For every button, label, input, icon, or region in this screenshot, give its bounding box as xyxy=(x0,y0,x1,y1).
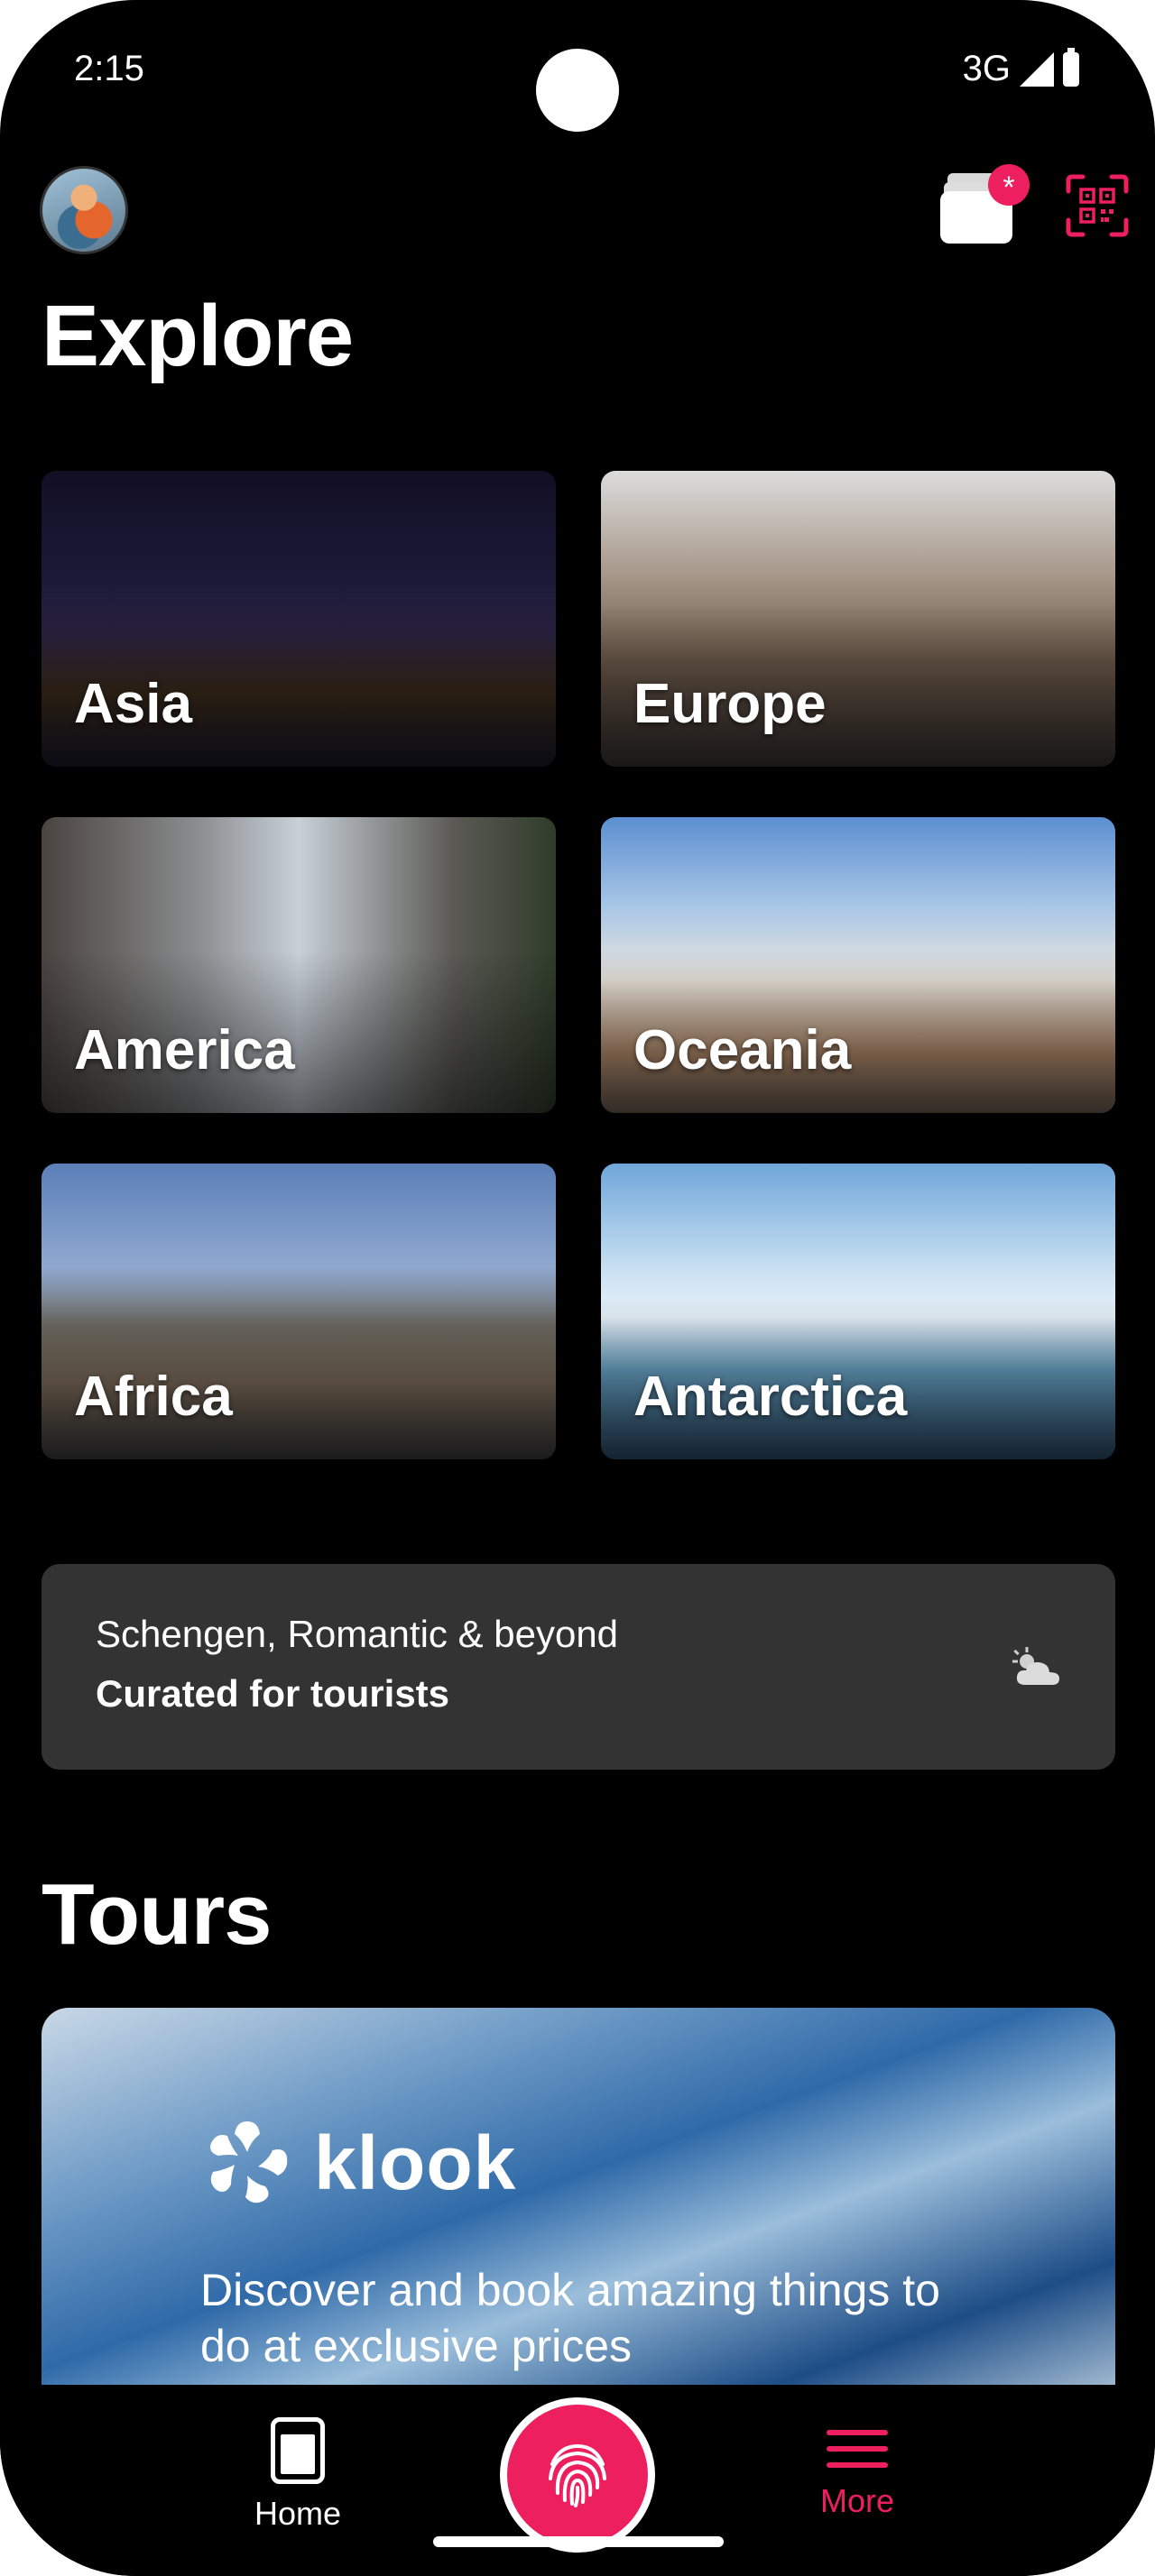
region-card-antarctica[interactable]: Antarctica xyxy=(601,1164,1115,1459)
promo-card[interactable]: Schengen, Romantic & beyond Curated for … xyxy=(42,1564,1115,1770)
qr-scan-icon[interactable] xyxy=(1065,173,1130,238)
region-card-europe[interactable]: Europe xyxy=(601,471,1115,767)
promo-subtitle: Curated for tourists xyxy=(96,1672,450,1715)
region-label: Europe xyxy=(633,673,827,735)
nav-more-label: More xyxy=(819,2482,895,2519)
phone-screen: 2:15 3G * Explore Asia Europe America Oc… xyxy=(0,0,1155,2576)
nav-more[interactable]: More xyxy=(785,2426,929,2520)
signal-icon xyxy=(1020,51,1054,87)
status-time: 2:15 xyxy=(74,49,144,88)
fingerprint-icon xyxy=(549,2443,606,2507)
avatar[interactable] xyxy=(40,166,128,254)
klook-mark-icon xyxy=(210,2121,288,2203)
promo-title: Schengen, Romantic & beyond xyxy=(96,1613,619,1655)
nav-home-label: Home xyxy=(254,2495,342,2532)
explore-title: Explore xyxy=(42,288,354,384)
region-label: Oceania xyxy=(633,1019,852,1081)
region-card-america[interactable]: America xyxy=(42,817,556,1113)
region-label: America xyxy=(74,1019,295,1081)
tour-description: Discover and book amazing things to do a… xyxy=(200,2265,940,2371)
tour-banner[interactable]: klook Discover and book amazing things t… xyxy=(42,2008,1115,2423)
status-bar: 2:15 3G xyxy=(0,36,1155,132)
battery-icon xyxy=(1063,47,1079,87)
nav-home[interactable]: Home xyxy=(226,2417,370,2533)
region-card-asia[interactable]: Asia xyxy=(42,471,556,767)
network-type: 3G xyxy=(962,49,1011,88)
region-card-africa[interactable]: Africa xyxy=(42,1164,556,1459)
klook-logo: klook xyxy=(200,2116,516,2210)
region-label: Antarctica xyxy=(633,1366,908,1428)
tours-title: Tours xyxy=(42,1866,273,1963)
home-icon xyxy=(271,2417,325,2484)
region-card-oceania[interactable]: Oceania xyxy=(601,817,1115,1113)
region-label: Asia xyxy=(74,673,192,735)
klook-brand: klook xyxy=(314,2120,517,2205)
status-indicators: 3G xyxy=(962,47,1079,89)
menu-icon xyxy=(827,2426,888,2471)
camera-cutout xyxy=(536,49,619,132)
home-indicator xyxy=(433,2536,724,2547)
region-label: Africa xyxy=(74,1366,233,1428)
fingerprint-button[interactable] xyxy=(500,2397,655,2553)
wallet-badge: * xyxy=(988,164,1030,206)
cloud-sun-icon xyxy=(1012,1647,1059,1685)
